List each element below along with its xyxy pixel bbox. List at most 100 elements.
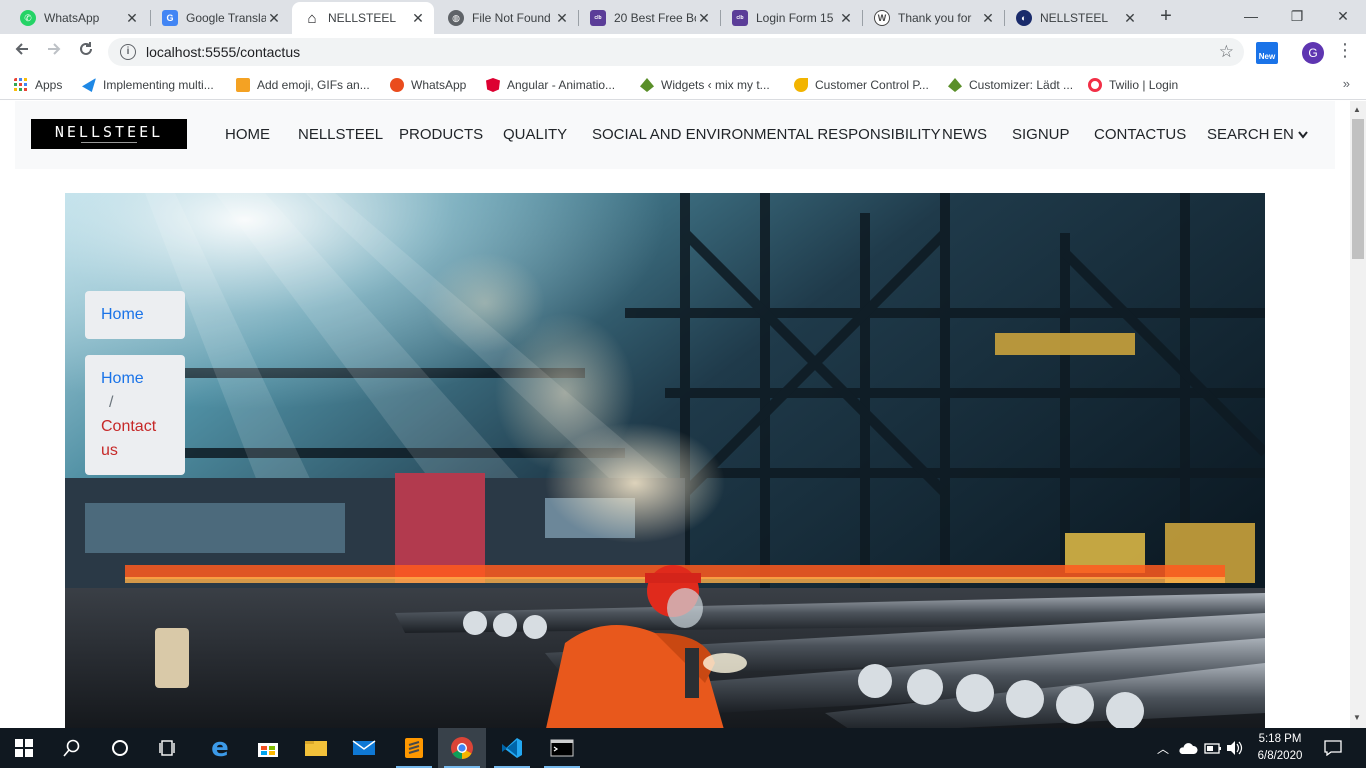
- start-button[interactable]: [0, 728, 48, 768]
- bookmark-label: Add emoji, GIFs an...: [257, 78, 370, 92]
- tab-nellsteel-active[interactable]: ⌂ NELLSTEEL ✕: [292, 2, 434, 34]
- language-selector[interactable]: EN: [1273, 126, 1308, 143]
- address-bar[interactable]: i localhost:5555/contactus ☆: [108, 38, 1244, 66]
- globe-icon: ◍: [448, 10, 464, 26]
- taskbar-store[interactable]: [244, 728, 292, 768]
- colorlib-icon: clb: [732, 10, 748, 26]
- tab-title: WhatsApp: [44, 11, 100, 25]
- bookmark-emoji[interactable]: Add emoji, GIFs an...: [236, 76, 370, 94]
- file-explorer-icon: [305, 741, 327, 756]
- volume-icon[interactable]: [1226, 740, 1244, 756]
- tab-20-best-free[interactable]: clb 20 Best Free Bo ✕: [578, 2, 720, 34]
- terminal-icon: [550, 739, 574, 757]
- close-icon[interactable]: ✕: [410, 10, 426, 27]
- cortana-button[interactable]: [96, 728, 144, 768]
- bookmarks-bar: Apps Implementing multi... Add emoji, GI…: [0, 70, 1366, 100]
- nav-search[interactable]: SEARCH: [1207, 126, 1270, 143]
- bookmark-label: Twilio | Login: [1109, 78, 1179, 92]
- bookmark-whatsapp[interactable]: WhatsApp: [390, 76, 466, 94]
- task-view-icon: [159, 740, 175, 756]
- bookmark-implementing[interactable]: Implementing multi...: [82, 76, 214, 94]
- tab-login-form[interactable]: clb Login Form 15 ✕: [720, 2, 862, 34]
- taskbar-search[interactable]: [48, 728, 96, 768]
- site-logo[interactable]: NELLSTEEL: [31, 119, 187, 149]
- nav-quality[interactable]: QUALITY: [503, 126, 567, 143]
- breadcrumb-home-card: Home: [85, 291, 185, 339]
- bookmark-angular[interactable]: Angular - Animatio...: [486, 76, 615, 94]
- extension-new-icon[interactable]: New: [1256, 42, 1278, 64]
- nav-signup[interactable]: SIGNUP: [1012, 126, 1070, 143]
- close-icon[interactable]: ✕: [696, 10, 712, 27]
- windows-taskbar: e ︿ 5:18 PM 6/8/2020: [0, 728, 1366, 768]
- twilio-icon: [1088, 78, 1102, 92]
- close-icon[interactable]: ✕: [980, 10, 996, 27]
- bookmark-customizer[interactable]: Customizer: Lädt ...: [948, 76, 1073, 94]
- maximize-button[interactable]: ❐: [1274, 4, 1320, 28]
- tab-nellsteel[interactable]: ◐ NELLSTEEL ✕: [1004, 2, 1146, 34]
- angular-icon: ◐: [1016, 10, 1032, 26]
- language-label: EN: [1273, 126, 1294, 143]
- profile-avatar[interactable]: G: [1302, 42, 1324, 64]
- tab-file-not-found[interactable]: ◍ File Not Found ✕: [436, 2, 578, 34]
- page-scrollbar[interactable]: ▲ ▼: [1350, 101, 1366, 728]
- breadcrumb-home-link[interactable]: Home: [101, 303, 169, 327]
- nav-products[interactable]: PRODUCTS: [399, 126, 483, 143]
- close-icon[interactable]: ✕: [124, 10, 140, 27]
- task-view-button[interactable]: [144, 728, 192, 768]
- steel-mill-image: [65, 193, 1265, 728]
- onedrive-cloud-icon[interactable]: [1178, 741, 1198, 755]
- url-text[interactable]: localhost:5555/contactus: [146, 44, 300, 60]
- site-info-icon[interactable]: i: [120, 44, 136, 60]
- close-icon[interactable]: ✕: [266, 10, 282, 27]
- mail-icon: [352, 740, 376, 755]
- bookmark-apps[interactable]: Apps: [14, 76, 62, 94]
- bookmark-label: Customer Control P...: [815, 78, 929, 92]
- tab-google-translate[interactable]: G Google Transla ✕: [150, 2, 290, 34]
- minimize-button[interactable]: —: [1228, 4, 1274, 28]
- battery-icon[interactable]: [1204, 741, 1222, 755]
- reload-button[interactable]: [74, 40, 98, 64]
- close-icon[interactable]: ✕: [838, 10, 854, 27]
- bookmark-customer-control[interactable]: Customer Control P...: [794, 76, 929, 94]
- taskbar-clock[interactable]: 5:18 PM 6/8/2020: [1248, 731, 1312, 765]
- tab-title: NELLSTEEL: [1040, 11, 1109, 25]
- bookmark-twilio[interactable]: Twilio | Login: [1088, 76, 1178, 94]
- tab-title: NELLSTEEL: [328, 11, 397, 25]
- bookmark-star-icon[interactable]: ☆: [1219, 42, 1234, 62]
- taskbar-terminal[interactable]: [538, 728, 586, 768]
- moon-icon: [794, 78, 808, 92]
- bookmark-widgets[interactable]: Widgets ‹ mix my t...: [640, 76, 770, 94]
- action-center-button[interactable]: [1310, 728, 1356, 768]
- taskbar-sublime[interactable]: [390, 728, 438, 768]
- nav-nellsteel[interactable]: NELLSTEEL: [298, 126, 383, 143]
- tab-title: Thank you for: [898, 11, 972, 25]
- close-window-button[interactable]: ✕: [1320, 4, 1366, 28]
- close-icon[interactable]: ✕: [1122, 10, 1138, 27]
- taskbar-file-explorer[interactable]: [292, 728, 340, 768]
- taskbar-vscode[interactable]: [488, 728, 536, 768]
- back-button[interactable]: [10, 40, 34, 64]
- close-icon[interactable]: ✕: [554, 10, 570, 27]
- tab-title: Login Form 15: [756, 11, 834, 25]
- browser-menu-icon[interactable]: ⋮: [1336, 40, 1354, 61]
- breadcrumb-home-link[interactable]: Home: [101, 367, 169, 391]
- nav-social-environmental[interactable]: SOCIAL AND ENVIRONMENTAL RESPONSIBILITY: [592, 126, 941, 143]
- tab-thank-you[interactable]: W Thank you for ✕: [862, 2, 1004, 34]
- taskbar-edge[interactable]: e: [196, 728, 244, 768]
- bookmark-label: WhatsApp: [411, 78, 467, 92]
- scroll-down-icon[interactable]: ▼: [1353, 713, 1361, 722]
- home-icon: ⌂: [307, 9, 317, 27]
- chevron-up-icon[interactable]: ︿: [1156, 740, 1170, 757]
- scrollbar-thumb[interactable]: [1352, 119, 1364, 259]
- forward-button[interactable]: [42, 40, 66, 64]
- new-tab-button[interactable]: +: [1156, 6, 1176, 26]
- taskbar-chrome[interactable]: [438, 728, 486, 768]
- tab-whatsapp[interactable]: ✆ WhatsApp ✕: [8, 2, 148, 34]
- bookmarks-overflow-button[interactable]: »: [1343, 76, 1350, 91]
- scroll-up-icon[interactable]: ▲: [1353, 105, 1361, 114]
- nav-home[interactable]: HOME: [225, 126, 270, 143]
- nav-contactus[interactable]: CONTACTUS: [1094, 126, 1186, 143]
- nav-news[interactable]: NEWS: [942, 126, 987, 143]
- taskbar-mail[interactable]: [340, 728, 388, 768]
- browser-toolbar: i localhost:5555/contactus ☆ New G ⋮: [0, 34, 1366, 70]
